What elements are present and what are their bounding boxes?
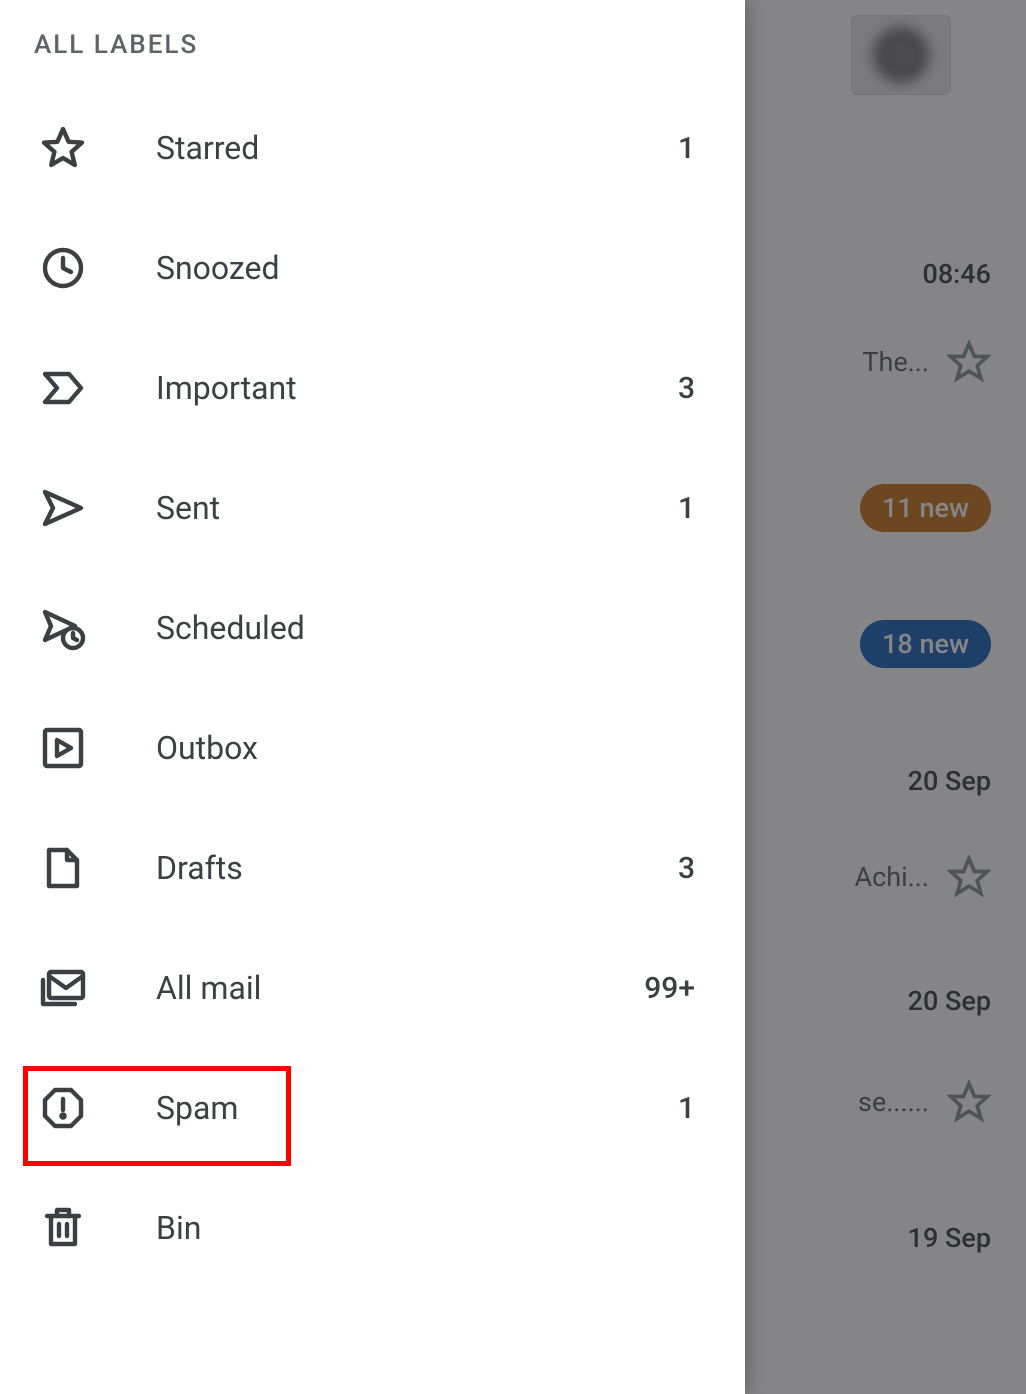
outbox-icon <box>38 723 88 773</box>
label-count: 1 <box>678 491 707 526</box>
label-text: Starred <box>156 129 678 167</box>
label-text: Scheduled <box>156 609 695 647</box>
spam-icon <box>38 1083 88 1133</box>
bin-icon <box>38 1203 88 1253</box>
section-header-all-labels: ALL LABELS <box>0 0 745 88</box>
label-item-all-mail[interactable]: All mail 99+ <box>0 928 745 1048</box>
label-text: All mail <box>156 969 644 1007</box>
label-item-important[interactable]: Important 3 <box>0 328 745 448</box>
label-item-scheduled[interactable]: Scheduled <box>0 568 745 688</box>
label-item-bin[interactable]: Bin <box>0 1168 745 1288</box>
navigation-drawer: ALL LABELS Starred 1 Snoozed Important 3 <box>0 0 745 1394</box>
label-item-drafts[interactable]: Drafts 3 <box>0 808 745 928</box>
label-item-outbox[interactable]: Outbox <box>0 688 745 808</box>
label-count: 1 <box>678 131 707 166</box>
label-text: Important <box>156 369 678 407</box>
label-text: Drafts <box>156 849 678 887</box>
all-mail-icon <box>38 963 88 1013</box>
draft-icon <box>38 843 88 893</box>
clock-icon <box>38 243 88 293</box>
label-item-sent[interactable]: Sent 1 <box>0 448 745 568</box>
important-icon <box>38 363 88 413</box>
star-icon <box>38 123 88 173</box>
label-item-starred[interactable]: Starred 1 <box>0 88 745 208</box>
label-item-snoozed[interactable]: Snoozed <box>0 208 745 328</box>
label-count: 1 <box>678 1091 707 1126</box>
label-text: Bin <box>156 1209 695 1247</box>
label-list: Starred 1 Snoozed Important 3 Sent 1 <box>0 88 745 1288</box>
label-count: 3 <box>678 371 707 406</box>
label-text: Outbox <box>156 729 695 767</box>
label-text: Sent <box>156 489 678 527</box>
label-text: Spam <box>156 1089 678 1127</box>
send-icon <box>38 483 88 533</box>
label-text: Snoozed <box>156 249 695 287</box>
label-item-spam[interactable]: Spam 1 <box>0 1048 745 1168</box>
label-count: 3 <box>678 851 707 886</box>
scheduled-icon <box>38 603 88 653</box>
label-count: 99+ <box>644 971 707 1006</box>
